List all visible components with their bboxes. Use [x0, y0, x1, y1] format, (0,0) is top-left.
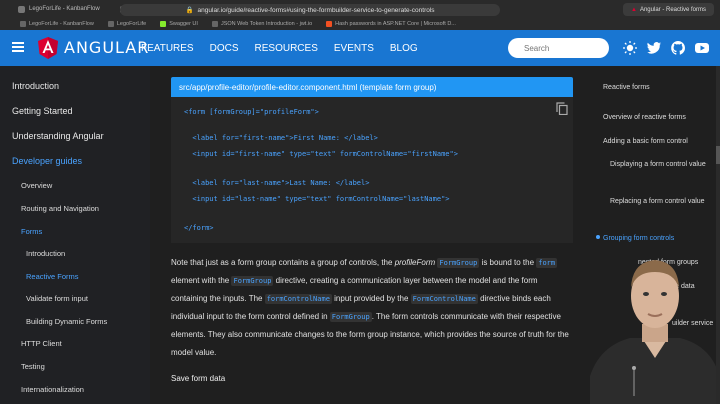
menu-docs[interactable]: DOCS [210, 43, 239, 54]
angular-favicon-icon: ▲ [631, 6, 637, 13]
menu-events[interactable]: EVENTS [334, 43, 374, 54]
toc-item-active[interactable]: Grouping form controls [603, 232, 708, 245]
sidebar-item-dynamic-forms[interactable]: Building Dynamic Forms [26, 317, 107, 326]
code-line: <input id="first-name" type="text" formC… [184, 150, 458, 158]
bookmark[interactable]: JSON Web Token Introduction - jwt.io [211, 21, 312, 27]
address-bar[interactable]: 🔒 angular.io/guide/reactive-forms#using-t… [120, 4, 500, 16]
code-line: <label for="first-name">First Name: </la… [184, 134, 378, 142]
sidebar-item-getting-started[interactable]: Getting Started [12, 106, 73, 116]
sidebar-item-internationalization[interactable]: Internationalization [21, 385, 84, 394]
bookmark-icon [160, 21, 167, 27]
inline-code: FormGroup [329, 312, 372, 322]
angular-logo-icon[interactable] [36, 36, 60, 60]
search-input[interactable] [508, 38, 609, 58]
toc-item[interactable]: Overview of reactive forms [603, 111, 708, 124]
toc-title[interactable]: Reactive forms [603, 81, 708, 94]
bookmark-icon [20, 21, 26, 27]
bookmark-icon [107, 21, 114, 27]
code-line: <label for="last-name">Last Name: </labe… [184, 179, 370, 187]
menu-features[interactable]: FEATURES [141, 43, 194, 54]
sidebar-item-testing[interactable]: Testing [21, 362, 45, 371]
copy-icon[interactable] [556, 102, 568, 115]
bookmark[interactable]: Hash passwords in ASP.NET Core | Microso… [326, 21, 456, 27]
sidebar-item-understanding-angular[interactable]: Understanding Angular [12, 131, 104, 141]
menu-resources[interactable]: RESOURCES [255, 43, 318, 54]
main-menu: FEATURES DOCS RESOURCES EVENTS BLOG [141, 30, 418, 66]
code-line: <input id="last-name" type="text" formCo… [184, 195, 450, 203]
bookmark-icon [326, 21, 333, 27]
inline-code: FormGroup [231, 276, 274, 286]
theme-toggle-icon[interactable] [622, 40, 638, 56]
sidebar-item-http-client[interactable]: HTTP Client [21, 339, 62, 348]
current-tab[interactable]: ▲ Angular - Reactive forms [623, 3, 714, 16]
inline-code: formControlName [264, 294, 332, 304]
code-line: </form> [184, 224, 214, 232]
scrollbar[interactable] [716, 66, 720, 404]
sidebar-item-overview[interactable]: Overview [21, 181, 52, 190]
code-block [171, 97, 573, 243]
sidebar-item-forms[interactable]: Forms [21, 227, 42, 236]
inline-code: FormGroup [437, 258, 480, 268]
inline-code: FormControlName [410, 294, 478, 304]
sidebar-item-validate-form-input[interactable]: Validate form input [26, 294, 88, 303]
lock-icon: 🔒 [185, 7, 194, 14]
browser-chrome: LegoForLife - KanbanFlow LegoForLife 🔒an… [0, 0, 720, 30]
bookmark-icon [211, 21, 218, 27]
code-filename-header: src/app/profile-editor/profile-editor.co… [171, 77, 573, 97]
sidebar-item-forms-introduction[interactable]: Introduction [26, 249, 65, 258]
toc-active-marker [596, 235, 600, 239]
sidebar-item-reactive-forms[interactable]: Reactive Forms [26, 272, 79, 281]
inline-code: form [536, 258, 558, 268]
top-nav: ANGULAR FEATURES DOCS RESOURCES EVENTS B… [0, 30, 720, 66]
bookmark[interactable]: LegoForLife [107, 21, 146, 27]
sidebar-item-routing[interactable]: Routing and Navigation [21, 204, 99, 213]
bookmarks-bar: LegoForLife - KanbanFlow LegoForLife Swa… [0, 18, 720, 30]
toc-item[interactable]: Adding a basic form control [603, 135, 708, 148]
brand-wordmark[interactable]: ANGULAR [64, 38, 149, 57]
sidebar-item-developer-guides[interactable]: Developer guides [12, 156, 82, 166]
code-line: <form [formGroup]="profileForm"> [184, 108, 319, 116]
github-icon[interactable] [670, 40, 686, 56]
favicon-icon [18, 5, 25, 13]
scrollbar-thumb[interactable] [716, 146, 720, 164]
youtube-icon[interactable] [694, 40, 710, 56]
menu-blog[interactable]: BLOG [390, 43, 418, 54]
toc-item[interactable]: Displaying a form control value [610, 158, 715, 171]
hamburger-menu-icon[interactable] [12, 42, 24, 52]
paragraph: Note that just as a form group contains … [171, 258, 569, 357]
bookmark[interactable]: Swagger UI [160, 21, 198, 27]
toc-item[interactable]: Replacing a form control value [610, 195, 715, 208]
sidebar-item-introduction[interactable]: Introduction [12, 81, 59, 91]
bookmark[interactable]: LegoForLife - KanbanFlow [20, 21, 94, 27]
browser-tab[interactable]: LegoForLife - KanbanFlow [8, 0, 110, 18]
section-heading: Save form data [171, 374, 226, 383]
twitter-icon[interactable] [646, 40, 662, 56]
presenter-webcam [590, 260, 720, 404]
